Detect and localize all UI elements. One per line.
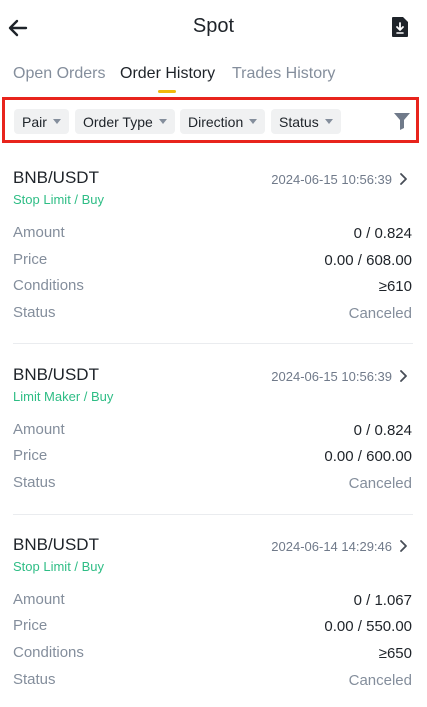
conditions-value: ≥610 bbox=[378, 278, 412, 295]
amount-value: 0 / 0.824 bbox=[353, 225, 412, 242]
chevron-right-icon[interactable] bbox=[398, 539, 408, 553]
chevron-right-icon[interactable] bbox=[398, 369, 408, 383]
order-card[interactable]: BNB/USDT Stop Limit / Buy 2024-06-14 14:… bbox=[0, 535, 427, 707]
price-value: 0.00 / 550.00 bbox=[324, 618, 412, 635]
status-value: Canceled bbox=[348, 305, 412, 322]
order-card[interactable]: BNB/USDT Stop Limit / Buy 2024-06-15 10:… bbox=[0, 168, 427, 348]
tab-open-orders[interactable]: Open Orders bbox=[13, 65, 105, 83]
order-time: 2024-06-15 10:56:39 bbox=[271, 172, 392, 187]
download-document-icon[interactable] bbox=[391, 16, 409, 38]
amount-value: 0 / 0.824 bbox=[353, 422, 412, 439]
filter-pair-label: Pair bbox=[22, 113, 47, 130]
chevron-right-icon[interactable] bbox=[398, 172, 408, 186]
page-title: Spot bbox=[192, 15, 235, 37]
filter-pair[interactable]: Pair bbox=[14, 109, 69, 134]
caret-down-icon bbox=[324, 119, 333, 124]
price-label: Price bbox=[13, 617, 48, 634]
order-pair: BNB/USDT bbox=[13, 168, 99, 187]
filter-order-type-label: Order Type bbox=[83, 113, 153, 130]
filter-status-label: Status bbox=[279, 113, 319, 130]
caret-down-icon bbox=[52, 119, 61, 124]
active-tab-indicator bbox=[158, 90, 176, 93]
price-value: 0.00 / 608.00 bbox=[324, 252, 412, 269]
price-label: Price bbox=[13, 251, 48, 268]
order-type: Limit Maker / Buy bbox=[13, 389, 114, 404]
filter-status[interactable]: Status bbox=[271, 109, 341, 134]
order-type: Stop Limit / Buy bbox=[13, 559, 105, 574]
filter-order-type[interactable]: Order Type bbox=[75, 109, 175, 134]
divider bbox=[13, 514, 413, 515]
filter-direction-label: Direction bbox=[188, 113, 244, 130]
status-label: Status bbox=[13, 474, 56, 491]
tab-trades-history[interactable]: Trades History bbox=[232, 65, 335, 83]
price-label: Price bbox=[13, 447, 48, 464]
order-time: 2024-06-14 14:29:46 bbox=[271, 539, 392, 554]
amount-label: Amount bbox=[13, 421, 65, 438]
order-pair: BNB/USDT bbox=[13, 365, 99, 384]
status-label: Status bbox=[13, 304, 56, 321]
status-value: Canceled bbox=[348, 475, 412, 492]
divider bbox=[13, 343, 413, 344]
caret-down-icon bbox=[249, 119, 258, 124]
amount-value: 0 / 1.067 bbox=[353, 592, 412, 609]
funnel-icon[interactable] bbox=[394, 112, 410, 130]
conditions-label: Conditions bbox=[13, 277, 84, 294]
conditions-value: ≥650 bbox=[378, 645, 412, 662]
order-tabs: Open Orders Order History Trades History bbox=[0, 56, 427, 96]
order-type: Stop Limit / Buy bbox=[13, 192, 105, 207]
conditions-label: Conditions bbox=[13, 644, 84, 661]
amount-label: Amount bbox=[13, 591, 65, 608]
status-label: Status bbox=[13, 671, 56, 688]
top-bar: Spot bbox=[0, 0, 427, 56]
caret-down-icon bbox=[158, 119, 167, 124]
status-value: Canceled bbox=[348, 672, 412, 689]
filter-direction[interactable]: Direction bbox=[180, 109, 266, 134]
price-value: 0.00 / 600.00 bbox=[324, 448, 412, 465]
order-time: 2024-06-15 10:56:39 bbox=[271, 369, 392, 384]
amount-label: Amount bbox=[13, 224, 65, 241]
order-card[interactable]: BNB/USDT Limit Maker / Buy 2024-06-15 10… bbox=[0, 365, 427, 515]
tab-order-history[interactable]: Order History bbox=[120, 65, 215, 83]
filter-bar: Pair Order Type Direction Status bbox=[2, 97, 419, 143]
order-pair: BNB/USDT bbox=[13, 535, 99, 554]
